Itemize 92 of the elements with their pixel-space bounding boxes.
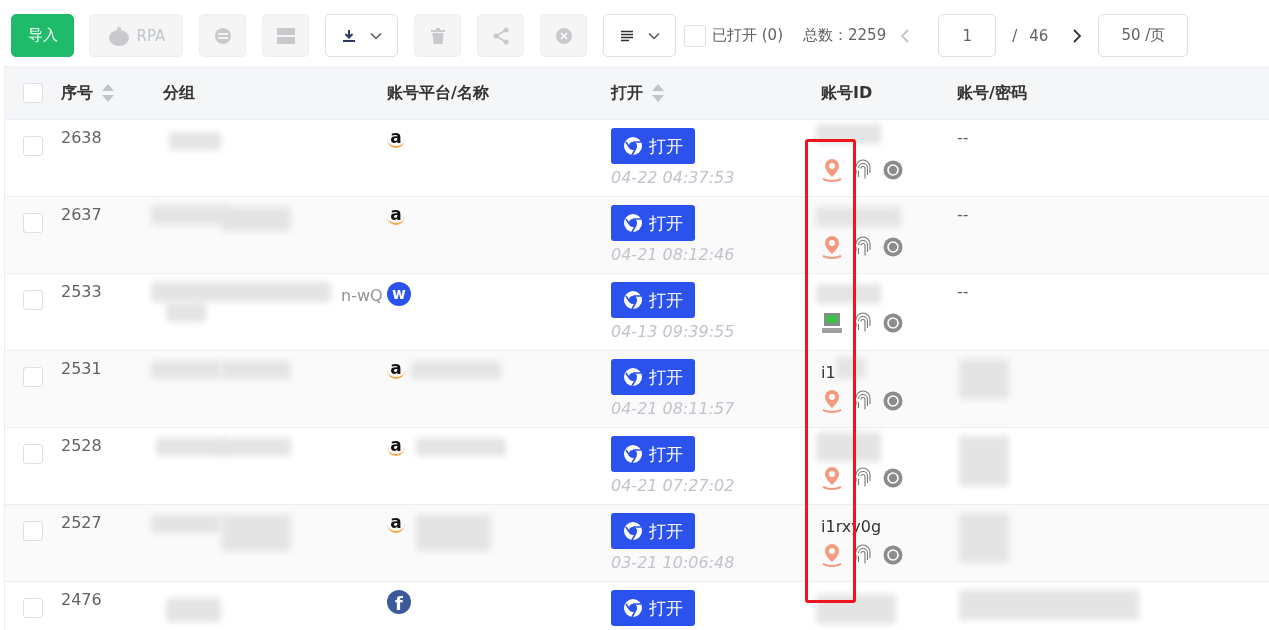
row-number: 2531 <box>61 359 102 378</box>
trash-icon <box>430 27 445 44</box>
share-icon <box>491 26 510 45</box>
opened-time: 04-21 07:27:02 <box>611 476 736 495</box>
sort-icon[interactable] <box>651 83 665 103</box>
blurred-area <box>836 357 866 379</box>
opened-time: 03-21 10:06:48 <box>611 553 736 572</box>
blurred-area <box>816 432 881 462</box>
row-checkbox[interactable] <box>23 213 43 233</box>
close-icon <box>554 26 573 45</box>
list-dropdown[interactable] <box>603 14 676 57</box>
browser-icon <box>623 136 643 156</box>
account-password: -- <box>957 205 969 224</box>
open-button[interactable]: 打开 <box>611 359 695 395</box>
disc-icon <box>883 237 903 257</box>
blurred-area <box>169 132 221 150</box>
row-checkbox[interactable] <box>23 444 43 464</box>
amazon-logo: a <box>387 128 405 148</box>
browser-icon <box>623 213 643 233</box>
column-header: 账号/密码 <box>957 82 1027 104</box>
fingerprint-icon <box>853 236 873 258</box>
browser-icon <box>623 598 643 618</box>
fingerprint-icon <box>853 159 873 181</box>
blurred-area <box>816 284 881 304</box>
fingerprint-icon <box>853 312 873 334</box>
amazon-logo: a <box>387 359 405 379</box>
fingerprint-icon <box>853 390 873 412</box>
opened-time: 04-13 09:39:55 <box>611 322 736 341</box>
total-count: 总数：2259 <box>803 26 887 45</box>
opened-filter-label: 已打开 (0) <box>712 26 783 45</box>
caret-icon <box>647 31 660 40</box>
opened-checkbox[interactable] <box>684 24 706 47</box>
browser-icon <box>623 290 643 310</box>
row-number: 2533 <box>61 282 102 301</box>
fingerprint-icon <box>853 467 873 489</box>
row-checkbox[interactable] <box>23 367 43 387</box>
row-number: 2527 <box>61 513 102 532</box>
open-button[interactable]: 打开 <box>611 205 695 241</box>
disc-icon <box>883 391 903 411</box>
row-number: 2637 <box>61 205 102 224</box>
blurred-area <box>221 438 291 456</box>
fingerprint-icon <box>853 544 873 566</box>
page-separator: / <box>1012 26 1018 45</box>
browser-icon <box>623 521 643 541</box>
group-name: n-wQ <box>341 286 383 305</box>
column-header: 账号ID <box>821 82 873 104</box>
sort-icon[interactable] <box>101 83 115 103</box>
opened-time: 04-22 04:37:53 <box>611 168 736 187</box>
amazon-logo: a <box>387 205 405 225</box>
blurred-area <box>959 436 1009 486</box>
page-size-select[interactable]: 50 /页 <box>1098 14 1189 57</box>
disc-icon <box>883 468 903 488</box>
account-id: i1 <box>821 363 836 382</box>
disc-icon <box>883 160 903 180</box>
open-button[interactable]: 打开 <box>611 282 695 318</box>
list-icon <box>619 29 634 42</box>
column-header: 打开 <box>611 82 643 104</box>
open-button[interactable]: 打开 <box>611 128 695 164</box>
column-header: 分组 <box>163 82 195 104</box>
platform-logo: w <box>387 282 411 306</box>
opened-time: 04-21 08:11:57 <box>611 399 736 418</box>
row-checkbox[interactable] <box>23 598 43 618</box>
row-checkbox[interactable] <box>23 136 43 156</box>
row-checkbox[interactable] <box>23 521 43 541</box>
browser-icon <box>623 444 643 464</box>
blurred-area <box>166 598 221 622</box>
facebook-logo: f <box>387 590 411 614</box>
disc-icon <box>883 313 903 333</box>
disc-icon <box>883 545 903 565</box>
row-checkbox[interactable] <box>23 290 43 310</box>
download-icon <box>341 28 356 43</box>
account-password: -- <box>957 128 969 147</box>
layout-icon <box>275 26 296 45</box>
open-button[interactable]: 打开 <box>611 513 695 549</box>
page-field[interactable]: 1 <box>938 14 997 57</box>
page-count: 46 <box>1029 26 1049 45</box>
row-number: 2638 <box>61 128 102 147</box>
row-number: 2528 <box>61 436 102 455</box>
select-all-checkbox[interactable] <box>23 83 43 103</box>
row-number: 2476 <box>61 590 102 609</box>
blurred-area <box>816 124 881 144</box>
caret-icon <box>369 31 382 40</box>
account-password: -- <box>957 282 969 301</box>
download-dropdown[interactable] <box>325 14 398 57</box>
open-button[interactable]: 打开 <box>611 590 695 626</box>
open-button[interactable]: 打开 <box>611 436 695 472</box>
amazon-logo: a <box>387 513 405 533</box>
column-header: 账号平台/名称 <box>387 82 489 104</box>
opened-time: 04-21 08:12:46 <box>611 245 736 264</box>
amazon-logo: a <box>387 436 405 456</box>
column-header: 序号 <box>61 82 93 104</box>
browser-icon <box>623 367 643 387</box>
